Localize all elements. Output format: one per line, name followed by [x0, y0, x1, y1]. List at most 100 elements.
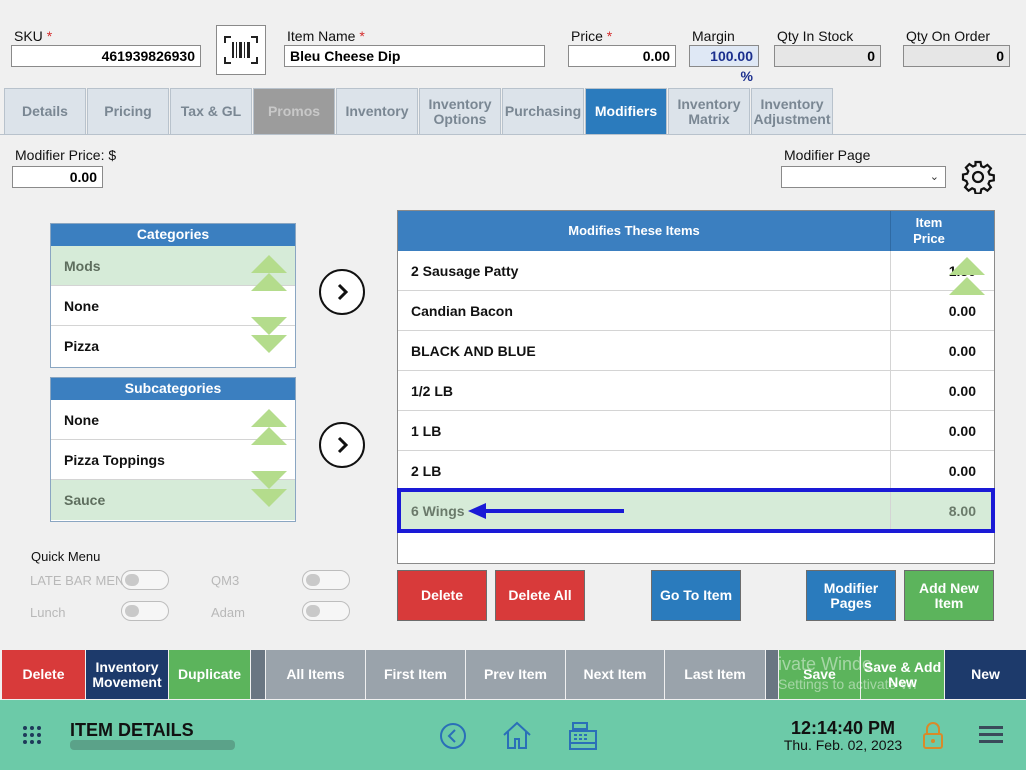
quick-menu-label: LATE BAR MENU	[30, 573, 124, 588]
margin-label: Margin	[692, 28, 735, 44]
add-category-button[interactable]	[319, 269, 365, 315]
tab-promos[interactable]: Promos	[253, 88, 335, 134]
prev-item-button[interactable]: Prev Item	[466, 650, 565, 699]
go-to-item-button[interactable]: Go To Item	[651, 570, 741, 621]
sku-field[interactable]: 461939826930	[11, 45, 201, 67]
tab-modifiers[interactable]: Modifiers	[585, 88, 667, 134]
tab-pricing[interactable]: Pricing	[87, 88, 169, 134]
delete-button[interactable]: Delete	[397, 570, 487, 621]
add-new-item-button[interactable]: Add New Item	[904, 570, 994, 621]
subcategories-panel: Subcategories None Pizza Toppings Sauce	[50, 377, 296, 522]
subcategories-title: Subcategories	[51, 378, 295, 400]
clock-date: Thu. Feb. 02, 2023	[783, 737, 903, 753]
duplicate-button[interactable]: Duplicate	[169, 650, 250, 699]
table-row[interactable]: 1 LB 0.00	[398, 411, 994, 451]
home-icon	[503, 721, 531, 749]
modifier-page-label: Modifier Page	[784, 147, 871, 163]
settings-button[interactable]	[961, 160, 995, 199]
tab-inventory-adjustment[interactable]: Inventory Adjustment	[751, 88, 833, 134]
first-item-button[interactable]: First Item	[366, 650, 465, 699]
arrow-down-icon	[251, 489, 287, 507]
arrow-up-icon	[251, 427, 287, 445]
tab-inventory[interactable]: Inventory	[336, 88, 418, 134]
quick-menu-toggle[interactable]	[302, 601, 350, 621]
price-label: Price *	[571, 28, 613, 44]
tab-purchasing[interactable]: Purchasing	[502, 88, 584, 134]
chevron-right-icon	[337, 283, 349, 301]
column-header-item: Modifies These Items	[568, 223, 700, 238]
app-grid-icon	[23, 726, 41, 744]
table-row[interactable]: Candian Bacon 0.00	[398, 291, 994, 331]
item-name-label: Item Name *	[287, 28, 365, 44]
bar-spacer	[766, 650, 778, 699]
clock-time: 12:14:40 PM	[790, 718, 896, 738]
sku-label: SKU *	[14, 28, 53, 44]
main-menu-button[interactable]	[979, 725, 1003, 750]
modifier-pages-button[interactable]: Modifier Pages	[806, 570, 896, 621]
tab-tax-gl[interactable]: Tax & GL	[170, 88, 252, 134]
column-header-price: Item Price	[913, 215, 945, 246]
tab-inventory-matrix[interactable]: Inventory Matrix	[668, 88, 750, 134]
lock-button[interactable]	[922, 722, 944, 755]
tab-content-border	[0, 134, 1026, 135]
modifier-price-label: Modifier Price: $	[15, 147, 117, 163]
quick-menu-label: QM3	[211, 573, 240, 588]
lock-icon	[923, 722, 943, 749]
item-name-field[interactable]: Bleu Cheese Dip	[284, 45, 545, 67]
arrow-up-icon	[949, 277, 985, 295]
footer-bar: ITEM DETAILS 12:14:40 PM Thu. Feb. 02, 2…	[0, 700, 1026, 770]
arrow-up-icon	[251, 255, 287, 273]
logged-in-user-blurred	[70, 740, 235, 750]
next-item-button[interactable]: Next Item	[566, 650, 664, 699]
app-grid-button[interactable]	[22, 725, 42, 750]
back-button[interactable]	[439, 722, 467, 755]
chevron-right-icon	[337, 436, 349, 454]
hamburger-menu-icon	[979, 726, 1003, 743]
grid-header: Modifies These Items Item Price	[398, 211, 994, 251]
table-row[interactable]: 2 LB 0.00	[398, 451, 994, 491]
new-button[interactable]: New	[945, 650, 1026, 699]
quick-menu-toggle[interactable]	[302, 570, 350, 590]
delete-all-button[interactable]: Delete All	[495, 570, 585, 621]
arrow-up-icon	[251, 409, 287, 427]
annotation-arrow	[466, 501, 626, 526]
barcode-icon	[224, 36, 258, 64]
barcode-button[interactable]	[216, 25, 266, 75]
gear-icon	[961, 160, 995, 195]
table-row[interactable]: 1/2 LB 0.00	[398, 371, 994, 411]
arrow-down-icon	[251, 317, 287, 335]
categories-panel: Categories Mods None Pizza	[50, 223, 296, 368]
arrow-up-icon	[949, 257, 985, 275]
quick-menu-toggle[interactable]	[121, 601, 169, 621]
arrow-down-icon	[251, 335, 287, 353]
modifier-page-select[interactable]: ⌄	[781, 166, 946, 188]
inventory-movement-button[interactable]: Inventory Movement	[86, 650, 168, 699]
categories-title: Categories	[51, 224, 295, 246]
quick-menu-label: Adam	[211, 605, 245, 620]
qty-in-stock-label: Qty In Stock	[777, 28, 854, 44]
register-button[interactable]	[567, 721, 599, 756]
table-row[interactable]: BLACK AND BLUE 0.00	[398, 331, 994, 371]
home-button[interactable]	[501, 720, 533, 755]
back-circle-icon	[440, 723, 466, 749]
header-divider	[890, 211, 891, 251]
table-row[interactable]: 2 Sausage Patty 1.50	[398, 251, 994, 291]
quick-menu-label: Lunch	[30, 605, 66, 620]
quick-menu-toggle[interactable]	[121, 570, 169, 590]
bar-spacer	[251, 650, 265, 699]
activation-watermark: ivate Windo Settings to activate Wi	[778, 654, 917, 692]
bottom-delete-button[interactable]: Delete	[2, 650, 85, 699]
arrow-left-icon	[468, 503, 624, 519]
last-item-button[interactable]: Last Item	[665, 650, 765, 699]
add-subcategory-button[interactable]	[319, 422, 365, 468]
chevron-down-icon: ⌄	[929, 171, 939, 183]
page-title: ITEM DETAILS	[70, 720, 194, 740]
all-items-button[interactable]: All Items	[266, 650, 365, 699]
tab-details[interactable]: Details	[4, 88, 86, 134]
quick-menu-title: Quick Menu	[31, 549, 101, 564]
price-field[interactable]: 0.00	[568, 45, 676, 67]
cash-register-icon	[569, 722, 597, 750]
tab-inventory-options[interactable]: Inventory Options	[419, 88, 501, 134]
qty-in-stock-field: 0	[774, 45, 881, 67]
modifier-price-field[interactable]: 0.00	[12, 166, 103, 188]
